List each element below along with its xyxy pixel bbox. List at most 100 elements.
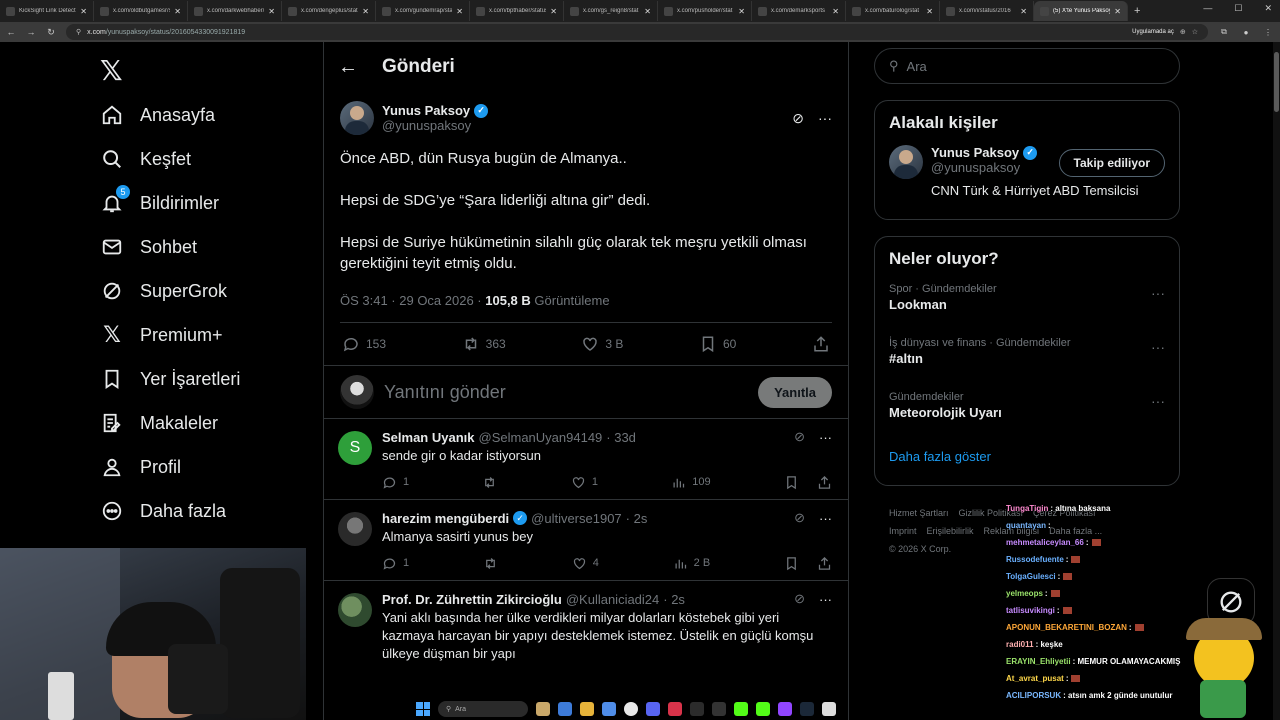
reply-author-name[interactable]: Prof. Dr. Zührettin Zikircioğlu [382,592,562,607]
reply-time[interactable]: · 2s [626,511,648,526]
reply-author-handle[interactable]: @SelmanUyan94149 [479,430,603,445]
taskbar-app-icon[interactable] [822,702,836,716]
footer-link[interactable]: Imprint [889,526,917,536]
nav-explore[interactable]: Keşfet [100,137,191,181]
more-options-icon[interactable]: ··· [819,592,832,607]
close-tab-icon[interactable]: ✕ [362,7,369,16]
reply-button[interactable]: 1 [382,556,409,571]
close-tab-icon[interactable]: ✕ [1020,7,1027,16]
reply-author-name[interactable]: harezim mengüberdi [382,511,509,526]
like-button[interactable]: 4 [572,556,599,571]
more-options-icon[interactable]: ··· [818,110,832,127]
views-button[interactable]: 2 B [673,556,710,571]
grok-icon[interactable]: ⊘ [792,110,804,127]
kick-icon[interactable] [756,702,770,716]
nav-home[interactable]: Anasayfa [100,93,215,137]
grok-icon[interactable]: ⊘ [794,429,805,445]
close-window-icon[interactable]: ✕ [1264,3,1272,14]
more-options-icon[interactable]: ··· [1151,339,1165,355]
kick-icon[interactable] [734,702,748,716]
browser-tab[interactable]: x.com/gundemrap/stat ✕ [376,1,470,21]
reply-input[interactable]: Yanıtını gönder [384,382,758,403]
windows-start-icon[interactable] [416,702,430,716]
reply-button[interactable]: 153 [342,335,386,353]
bookmark-icon[interactable] [784,475,799,490]
share-icon[interactable] [817,475,832,490]
browser-tab[interactable]: x.com/bpthaber/status ✕ [470,1,564,21]
avatar[interactable] [889,145,923,179]
scrollbar-thumb[interactable] [1274,52,1279,112]
close-tab-icon[interactable]: ✕ [832,7,839,16]
minimize-icon[interactable]: — [1203,3,1212,14]
browser-tab[interactable]: x.com/baturolog/stat ✕ [846,1,940,21]
back-arrow-icon[interactable]: ← [338,56,358,79]
taskbar-app-icon[interactable] [558,702,572,716]
more-options-icon[interactable]: ··· [819,511,832,526]
reply-author-handle[interactable]: @ultiverse1907 [531,511,622,526]
browser-tab[interactable]: x.com/gs_reign8/stat ✕ [564,1,658,21]
bookmark-button[interactable]: 60 [699,335,736,353]
maximize-icon[interactable]: ☐ [1234,3,1242,14]
grok-icon[interactable]: ⊘ [794,510,805,526]
taskbar-app-icon[interactable] [602,702,616,716]
share-button[interactable] [812,335,830,353]
reply-time[interactable]: · 33d [606,430,636,445]
close-tab-icon[interactable]: ✕ [174,7,181,16]
browser-tab[interactable]: KickSight Link Detecto ✕ [0,1,94,21]
reply-button[interactable]: 1 [382,475,409,490]
nav-messages[interactable]: Sohbet [100,225,197,269]
taskbar-app-icon[interactable] [690,702,704,716]
trend-item[interactable]: İş dünyası ve finans · Gündemdekiler #al… [875,331,1179,385]
trend-item[interactable]: Gündemdekiler Meteorolojik Uyarı ··· [875,385,1179,439]
repost-button[interactable] [482,475,497,490]
browser-tab[interactable]: x.com/darkwebhaber/st ✕ [188,1,282,21]
x-logo-icon[interactable]: 𝕏 [100,54,123,87]
bookmark-icon[interactable] [784,556,799,571]
steam-icon[interactable] [800,702,814,716]
user-avatar[interactable] [340,375,374,409]
more-options-icon[interactable]: ··· [1151,285,1165,301]
like-button[interactable]: 3 B [581,335,623,353]
close-tab-icon[interactable]: ✕ [550,7,557,16]
avatar[interactable] [340,101,374,135]
close-tab-icon[interactable]: ✕ [268,7,275,16]
reply-author-handle[interactable]: @Kullaniciadi24 [566,592,659,607]
views-button[interactable]: 109 [671,475,711,490]
reply-item[interactable]: S Selman Uyanık @SelmanUyan94149 · 33d ⊘… [324,419,848,500]
site-info-icon[interactable]: ⚲ [76,28,81,36]
nav-notifications[interactable]: 5 Bildirimler [100,181,219,225]
nav-profile[interactable]: Profil [100,445,181,489]
close-tab-icon[interactable]: ✕ [456,7,463,16]
reply-submit-button[interactable]: Yanıtla [758,376,832,408]
more-options-icon[interactable]: ··· [1151,393,1165,409]
taskbar-app-icon[interactable] [536,702,550,716]
reload-icon[interactable]: ↻ [46,27,56,38]
back-icon[interactable]: ← [6,27,16,37]
browser-tab[interactable]: x.com/pusholder/stat ✕ [658,1,752,21]
share-icon[interactable] [817,556,832,571]
author-name[interactable]: Yunus Paksoy [382,103,470,118]
following-button[interactable]: Takip ediliyor [1058,149,1165,177]
taskbar-app-icon[interactable] [778,702,792,716]
grok-icon[interactable]: ⊘ [794,591,805,607]
bookmark-star-icon[interactable]: ☆ [1192,28,1198,36]
trend-item[interactable]: Spor · Gündemdekiler Lookman ··· [875,277,1179,331]
author-handle[interactable]: @yunuspaksoy [382,118,792,133]
nav-bookmarks[interactable]: Yer İşaretleri [100,357,240,401]
avatar[interactable] [338,593,372,627]
discord-icon[interactable] [646,702,660,716]
like-button[interactable]: 1 [571,475,598,490]
close-tab-icon[interactable]: ✕ [738,7,745,16]
close-tab-icon[interactable]: ✕ [80,7,87,16]
avatar[interactable] [338,512,372,546]
nav-more[interactable]: Daha fazla [100,489,226,533]
extensions-icon[interactable]: ⧉ [1218,27,1230,37]
avatar[interactable]: S [338,431,372,465]
browser-tab[interactable]: x.com/dengeplus/stat ✕ [282,1,376,21]
taskbar-app-icon[interactable] [668,702,682,716]
repost-button[interactable]: 363 [462,335,506,353]
reply-item[interactable]: Prof. Dr. Zührettin Zikircioğlu @Kullani… [324,581,848,663]
scrollbar[interactable] [1273,42,1280,720]
browser-tab[interactable]: x.com/i/status/2016 ✕ [940,1,1034,21]
profile-icon[interactable]: ● [1240,28,1252,37]
